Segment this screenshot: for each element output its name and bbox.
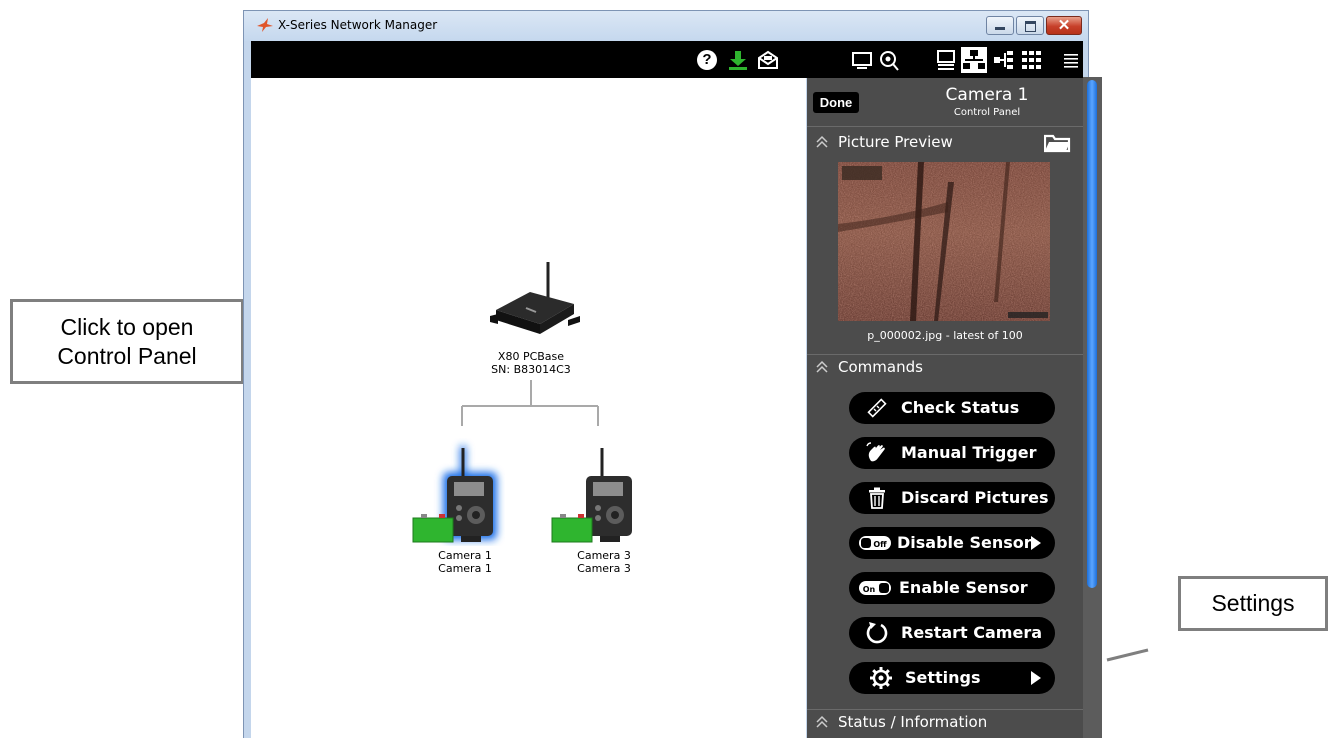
section-heading: Status / Information xyxy=(838,713,988,731)
callout-line-2: Control Panel xyxy=(57,343,197,369)
collapse-chevron-icon xyxy=(816,135,828,148)
svg-text:Off: Off xyxy=(873,540,887,549)
callout-settings: Settings xyxy=(1178,576,1328,631)
close-button[interactable]: ✕ xyxy=(1046,16,1082,35)
section-picture-preview[interactable]: Picture Preview xyxy=(807,130,1083,155)
command-label: Disable Sensor xyxy=(897,533,1032,552)
callout-line-1: Click to open xyxy=(60,314,194,340)
monitor-icon[interactable] xyxy=(851,49,873,71)
command-label: Discard Pictures xyxy=(901,488,1049,507)
ruler-icon xyxy=(867,398,887,418)
minimize-button[interactable] xyxy=(986,16,1014,35)
title-bar: X-Series Network Manager ✕ xyxy=(244,11,1088,41)
camera-1-name: Camera 1 xyxy=(438,549,492,562)
restart-icon xyxy=(866,622,888,644)
download-icon[interactable] xyxy=(727,49,749,71)
restart-camera-button[interactable]: Restart Camera xyxy=(849,617,1055,649)
control-panel: Done Camera 1 Control Panel Picture Prev… xyxy=(807,78,1083,738)
settings-button[interactable]: Settings xyxy=(849,662,1055,694)
disable-sensor-button[interactable]: Off Disable Sensor xyxy=(849,527,1055,559)
command-label: Manual Trigger xyxy=(901,443,1037,462)
menu-icon[interactable] xyxy=(1063,49,1079,71)
command-label: Enable Sensor xyxy=(899,578,1028,597)
section-heading: Commands xyxy=(838,358,923,376)
image-list-icon[interactable] xyxy=(935,49,957,71)
grid-icon[interactable] xyxy=(1021,49,1043,71)
camera-3-label: Camera 3 Camera 3 xyxy=(559,549,649,575)
hand-wave-icon xyxy=(866,442,885,462)
camera-1-icon[interactable] xyxy=(409,438,505,546)
gear-icon xyxy=(870,667,892,689)
app-window: X-Series Network Manager ✕ ? X80 PCBase … xyxy=(243,10,1089,738)
app-logo-icon xyxy=(257,18,273,32)
done-button[interactable]: Done xyxy=(813,92,859,113)
switch-off-icon: Off xyxy=(859,536,891,550)
network-tree-lines xyxy=(461,380,599,426)
panel-subtitle: Control Panel xyxy=(953,107,1021,118)
panel-scrollbar[interactable] xyxy=(1083,77,1102,738)
submenu-arrow-icon xyxy=(1031,671,1041,685)
window-title: X-Series Network Manager xyxy=(278,18,438,32)
svg-text:On: On xyxy=(863,585,876,594)
maximize-button[interactable] xyxy=(1016,16,1044,35)
command-label: Check Status xyxy=(901,398,1020,417)
base-station-icon[interactable] xyxy=(486,258,582,340)
panel-title: Camera 1 xyxy=(945,85,1029,105)
base-station-name: X80 PCBase xyxy=(497,350,565,363)
section-commands[interactable]: Commands xyxy=(807,354,1083,380)
collapse-chevron-icon xyxy=(816,715,828,728)
folder-open-icon[interactable] xyxy=(1044,133,1071,153)
camera-3-sublabel: Camera 3 xyxy=(577,562,631,575)
switch-on-icon: On xyxy=(859,581,891,595)
network-flow-icon[interactable] xyxy=(993,49,1015,71)
check-status-button[interactable]: Check Status xyxy=(849,392,1055,424)
close-icon: ✕ xyxy=(1057,17,1071,34)
network-canvas: X80 PCBase SN: B83014C3 Camera 1 Camera … xyxy=(251,78,806,738)
picture-preview-image[interactable] xyxy=(838,162,1050,321)
camera-1-sublabel: Camera 1 xyxy=(438,562,492,575)
camera-search-icon[interactable] xyxy=(878,49,900,71)
collapse-chevron-icon xyxy=(816,360,828,373)
camera-3-name: Camera 3 xyxy=(577,549,631,562)
manual-trigger-button[interactable]: Manual Trigger xyxy=(849,437,1055,469)
camera-3-icon[interactable] xyxy=(548,438,644,546)
mail-icon[interactable] xyxy=(757,49,779,71)
trash-icon xyxy=(869,487,885,509)
toolbar: ? xyxy=(251,41,1083,78)
scrollbar-thumb[interactable] xyxy=(1087,80,1097,588)
submenu-arrow-icon xyxy=(1031,536,1041,550)
section-heading: Picture Preview xyxy=(838,133,953,151)
enable-sensor-button[interactable]: On Enable Sensor xyxy=(849,572,1055,604)
panel-header: Done Camera 1 Control Panel xyxy=(807,78,1083,127)
callout-click-to-open: Click to open Control Panel xyxy=(10,299,244,384)
base-station-label: X80 PCBase SN: B83014C3 xyxy=(476,350,586,376)
picture-preview-caption: p_000002.jpg - latest of 100 xyxy=(867,329,1023,342)
camera-1-label: Camera 1 Camera 1 xyxy=(420,549,510,575)
base-station-serial: SN: B83014C3 xyxy=(491,363,571,376)
help-icon[interactable]: ? xyxy=(697,50,717,70)
command-label: Restart Camera xyxy=(901,623,1042,642)
network-tree-icon[interactable] xyxy=(961,47,987,73)
discard-pictures-button[interactable]: Discard Pictures xyxy=(849,482,1055,514)
command-label: Settings xyxy=(905,668,981,687)
section-status-information[interactable]: Status / Information xyxy=(807,709,1083,735)
